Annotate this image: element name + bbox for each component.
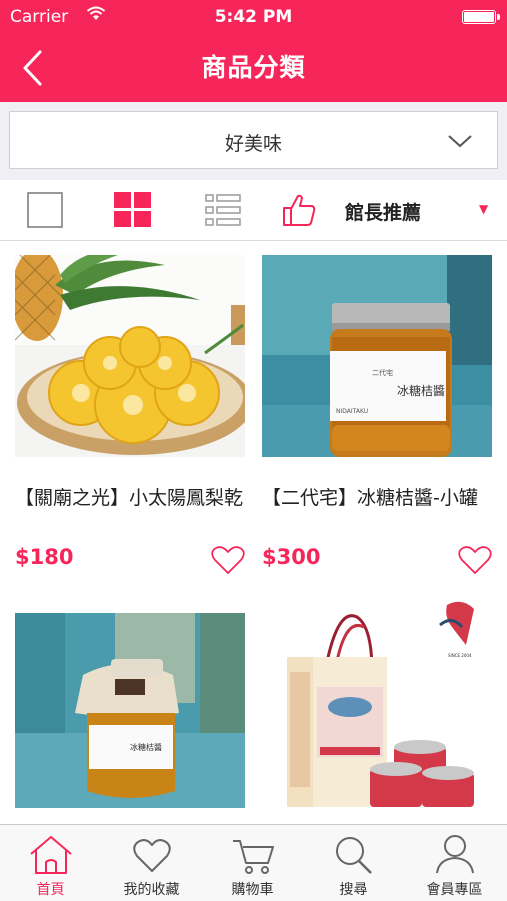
heart-icon <box>133 839 171 872</box>
tab-favorites[interactable]: 我的收藏 <box>101 825 202 901</box>
product-card[interactable]: SINCE 2004 <box>262 597 507 808</box>
page-title: 商品分類 <box>201 53 306 82</box>
jar-label-text: 冰糖桔醬 <box>397 383 445 398</box>
single-view-button[interactable] <box>20 180 70 240</box>
list-view-button[interactable] <box>198 180 248 240</box>
single-view-icon <box>27 192 63 228</box>
favorite-heart-icon[interactable] <box>211 545 245 575</box>
product-image[interactable]: 冰糖桔醬 <box>15 613 245 808</box>
jar-brand-text: NIDAITAKU <box>336 408 368 415</box>
thumbs-up-icon <box>283 194 316 226</box>
home-icon <box>30 836 72 874</box>
recommend-button[interactable] <box>278 180 320 240</box>
tab-label: 會員專區 <box>426 882 483 898</box>
product-card[interactable]: 冰糖桔醬 <box>15 613 260 808</box>
product-name[interactable]: 【二代宅】冰糖桔醬-小罐 <box>262 485 502 511</box>
jar2-label-text: 冰糖桔醬 <box>130 742 162 752</box>
search-icon <box>336 837 372 874</box>
tab-label: 我的收藏 <box>123 882 180 898</box>
jar-sub-text: 二代宅 <box>372 368 393 377</box>
sort-label[interactable]: 館長推薦 <box>345 198 421 225</box>
view-mode-bar: 館長推薦 ▼ <box>0 180 507 241</box>
category-select[interactable]: 好美味 <box>9 111 498 169</box>
category-select-value: 好美味 <box>224 133 282 155</box>
chevron-down-icon <box>448 135 472 148</box>
battery-icon <box>462 10 500 24</box>
grid-view-button[interactable] <box>108 180 158 240</box>
product-price: $300 <box>262 545 321 569</box>
seal-text: SINCE 2004 <box>448 653 472 658</box>
product-card[interactable]: 【關廟之光】小太陽鳳梨乾 $180 <box>15 255 260 574</box>
user-icon <box>436 835 474 874</box>
tab-bar: 首頁 我的收藏 購物車 搜尋 會員專區 <box>0 824 507 901</box>
product-card[interactable]: 二代宅 冰糖桔醬 NIDAITAKU 【二代宅】冰糖桔醬-小罐 $300 <box>262 255 507 574</box>
product-grid: 【關廟之光】小太陽鳳梨乾 $180 二代宅 冰糖桔醬 NIDAITAKU 【二代… <box>0 241 507 824</box>
grid-view-icon <box>114 192 151 227</box>
product-image[interactable]: SINCE 2004 <box>262 597 492 808</box>
tab-label: 購物車 <box>231 882 274 898</box>
product-name[interactable]: 【關廟之光】小太陽鳳梨乾 <box>15 485 255 511</box>
sort-caret-icon[interactable]: ▼ <box>479 202 488 216</box>
tab-label: 首頁 <box>36 882 65 898</box>
product-image[interactable] <box>15 255 245 457</box>
tab-label: 搜尋 <box>339 882 368 898</box>
cart-icon <box>233 840 274 874</box>
product-image[interactable]: 二代宅 冰糖桔醬 NIDAITAKU <box>262 255 492 457</box>
product-price: $180 <box>15 545 74 569</box>
tab-home[interactable]: 首頁 <box>0 825 101 901</box>
tab-member[interactable]: 會員專區 <box>404 825 505 901</box>
clock: 5:42 PM <box>214 7 293 27</box>
top-bar: Carrier 5:42 PM 商品分類 <box>0 0 507 102</box>
list-view-icon <box>205 194 241 226</box>
status-bar: Carrier 5:42 PM <box>0 0 507 36</box>
favorite-heart-icon[interactable] <box>458 545 492 575</box>
tab-cart[interactable]: 購物車 <box>202 825 303 901</box>
tab-search[interactable]: 搜尋 <box>303 825 404 901</box>
